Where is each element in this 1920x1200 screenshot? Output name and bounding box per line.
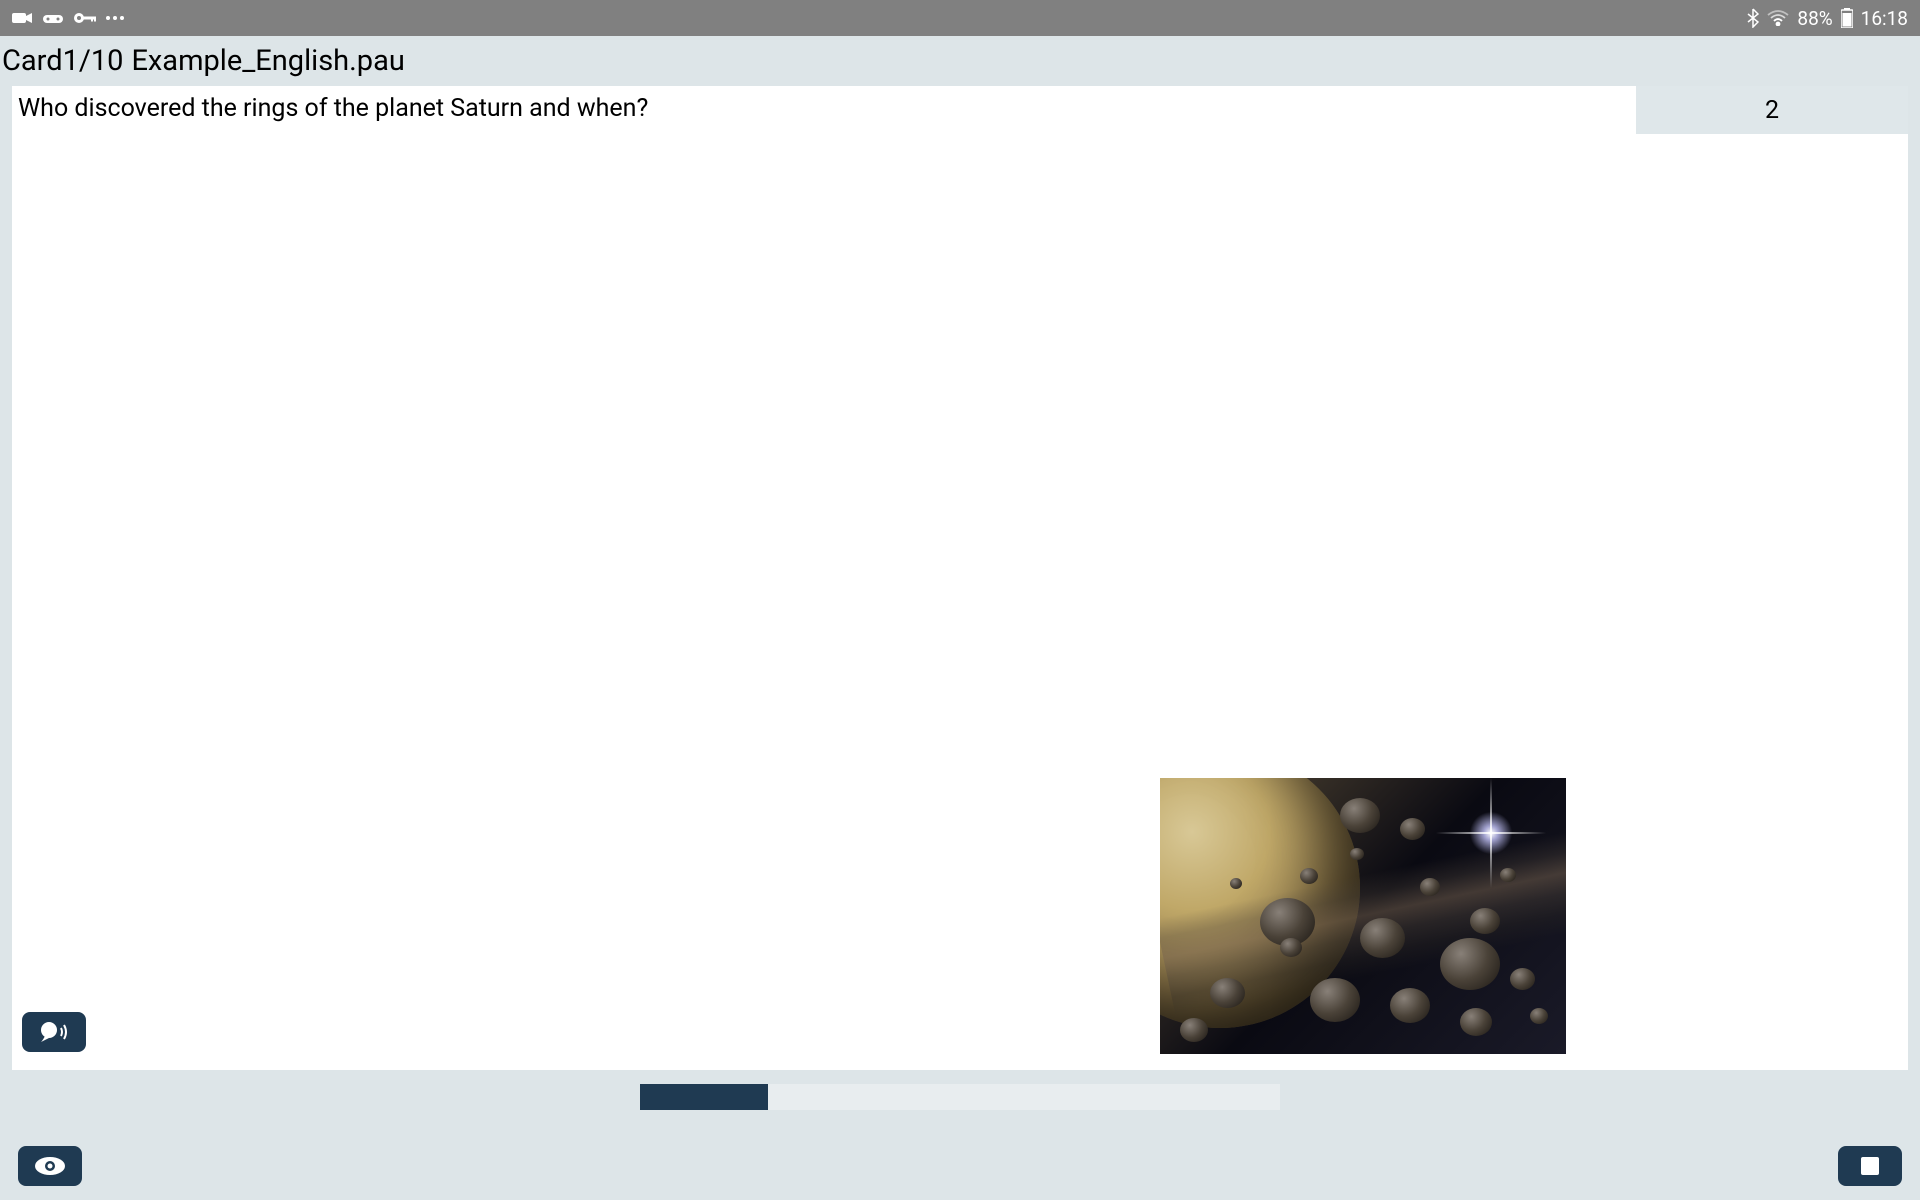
battery-icon <box>1841 8 1853 28</box>
file-name: Example_English.pau <box>131 44 404 78</box>
card-area[interactable]: Who discovered the rings of the planet S… <box>12 86 1636 1070</box>
status-right: 88% 16:18 <box>1747 7 1908 30</box>
camera-icon <box>12 11 32 25</box>
speak-button[interactable] <box>22 1012 86 1052</box>
reveal-button[interactable] <box>18 1146 82 1186</box>
side-panel: 2 <box>1636 86 1908 1070</box>
key-icon <box>74 12 96 24</box>
question-text: Who discovered the rings of the planet S… <box>12 86 1636 131</box>
status-left-icons <box>12 11 124 25</box>
wifi-icon <box>1767 10 1789 26</box>
content-wrapper: Who discovered the rings of the planet S… <box>12 86 1908 1070</box>
title-bar: Card1/10 Example_English.pau <box>0 36 1920 86</box>
stop-button[interactable] <box>1838 1146 1902 1186</box>
progress-fill <box>640 1084 768 1110</box>
side-number[interactable]: 2 <box>1636 86 1908 134</box>
battery-percent: 88% <box>1797 7 1832 30</box>
more-icon <box>106 16 124 20</box>
card-counter: Card1/10 <box>2 44 123 78</box>
bottom-buttons <box>0 1146 1920 1186</box>
side-panel-lower <box>1636 134 1908 1070</box>
bluetooth-icon <box>1747 8 1759 28</box>
controller-icon <box>42 11 64 25</box>
clock-time: 16:18 <box>1861 7 1908 30</box>
status-bar: 88% 16:18 <box>0 0 1920 36</box>
saturn-rings-image <box>1160 778 1566 1054</box>
progress-bar[interactable] <box>640 1084 1280 1110</box>
